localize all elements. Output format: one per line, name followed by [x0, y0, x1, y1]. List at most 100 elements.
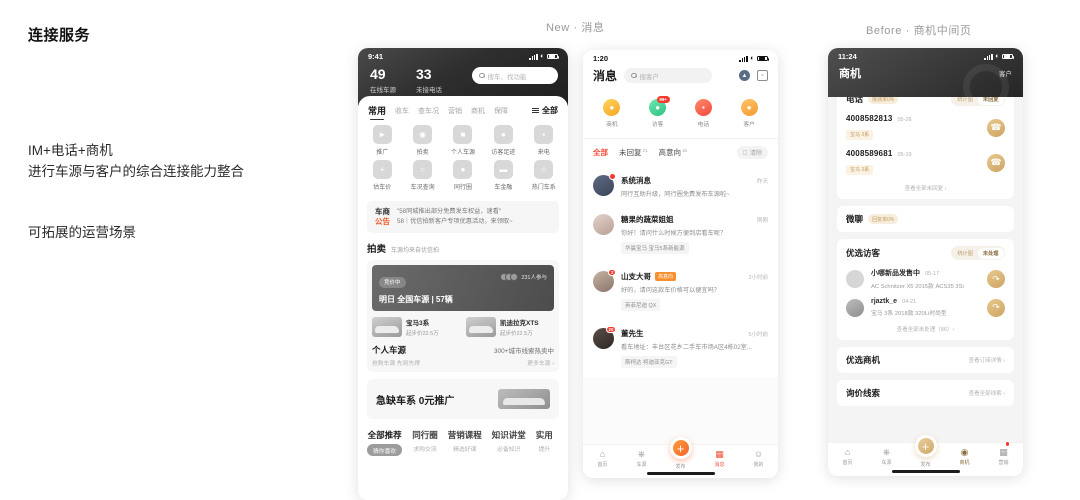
visitor-row[interactable]: 小哪新品发售中 05-17 AC Schnitzer X5 2015款 ACS3… [846, 268, 1005, 290]
content-tab-practical[interactable]: 实用 提升 [536, 429, 553, 453]
tab-publish[interactable]: + 发布 [906, 435, 945, 468]
opportunity-card-header: 优选商机 查看订阅详情 › [846, 354, 1005, 366]
all-clues-link[interactable]: 查看全部线索 › [969, 389, 1005, 397]
scan-icon[interactable]: ▲ [739, 70, 750, 81]
grid-item-tuiguang[interactable]: ► 推广 [362, 125, 402, 156]
shortcut-shangji[interactable]: ● 商机 [589, 99, 635, 128]
view-all-unreplied-link[interactable]: 查看全部未回复 › [846, 184, 1005, 192]
personal-cars-row[interactable]: 个人车源 300+城市线索热卖中 [372, 344, 554, 356]
grid-item-label: 个人车源 [450, 150, 475, 156]
slide-canvas: 连接服务 IM+电话+商机 进行车源与客户的综合连接能力整合 可拓展的运营场景 … [0, 0, 1080, 500]
tab-baozhang[interactable]: 保障 [494, 106, 508, 116]
content-tab-sub: 必备知识 [497, 447, 521, 453]
tab-opportunity[interactable]: ◉ 商机 [945, 442, 1009, 466]
tab-marketing[interactable]: ▦ 营销 [984, 447, 1023, 466]
list-item[interactable]: 20 董先生 5小时前 看车地址：丰台区花乡二手车市场A区4栋02室... 斯柯… [593, 320, 768, 377]
grid-item-laidian[interactable]: ▪ 来电 [524, 125, 564, 156]
more-cars-link[interactable]: 更多车源 › [527, 358, 554, 367]
tab-shangji[interactable]: 商机 [471, 106, 485, 116]
tab-label: 车源 [881, 460, 892, 466]
intent-badge: 高意向 [655, 272, 677, 281]
tab-cars[interactable]: ⎈ 车源 [867, 447, 906, 466]
tab-changyong[interactable]: 常用 [368, 104, 386, 120]
message-header: 系统消息 昨天 [621, 175, 768, 186]
car-icon: ⎈ [637, 449, 646, 459]
content-tab-courses[interactable]: 营销课程 精选好课 [448, 429, 482, 453]
announcement-banner[interactable]: 车商 公告 "58同城推出部分免费发车权益，速看" 58｜优信拍新客户专项优惠活… [367, 201, 559, 233]
call-back-button[interactable]: ☎ [987, 118, 1005, 137]
content-tab-community[interactable]: 同行圈 求购交流 [412, 429, 438, 453]
promo-banner[interactable]: 急缺车系 0元推广 [367, 379, 559, 419]
filter-all[interactable]: 全部 [593, 147, 608, 158]
list-item[interactable]: 系统消息 昨天 同行互助升级，同行圈免费发布车源啦~ [593, 167, 768, 206]
plus-icon[interactable]: + [914, 435, 937, 457]
filter-unreplied[interactable]: 未回复21 [619, 147, 648, 158]
reply-button[interactable]: ↷ [987, 270, 1005, 288]
search-input[interactable]: 搜客户 [624, 68, 713, 83]
reply-button[interactable]: ↷ [987, 298, 1005, 317]
grid-item-label: 访客足迹 [491, 150, 516, 156]
left-text-panel: 连接服务 IM+电话+商机 进行车源与客户的综合连接能力整合 可拓展的运营场景 [28, 24, 338, 240]
segment-chart[interactable]: 统计图 [952, 248, 978, 259]
content-tab-knowledge[interactable]: 知识讲堂 必备知识 [492, 429, 526, 453]
call-row[interactable]: 4008582813 05-26 宝马 3系 ☎ [846, 114, 1005, 141]
tab-cars[interactable]: ⎈ 车源 [622, 449, 661, 468]
auction-header: 拍卖 车源均来自优信拍 [367, 241, 559, 255]
clear-button[interactable]: ◻ 清除 [736, 146, 768, 159]
tab-label: 发布 [920, 462, 931, 468]
call-date: 05-19 [897, 152, 912, 158]
promo-car-image [498, 389, 550, 409]
view-all-unhandled-link[interactable]: 查看全部未处理（86）› [846, 325, 1005, 333]
auction-car[interactable]: 宝马3系 起步价22.5万 [372, 317, 460, 337]
grid-item-chekuang-chaxun[interactable]: ○ 车况查询 [402, 160, 442, 191]
filter-high-intent[interactable]: 高意向16 [659, 147, 688, 158]
tab-home[interactable]: ⌂ 首页 [828, 447, 867, 466]
tab-home[interactable]: ⌂ 首页 [583, 449, 622, 468]
grid-item-geren-cheyuan[interactable]: ■ 个人车源 [443, 125, 483, 156]
message-body: 山支大哥 高意向 2小时前 好的，请问这款车价格可以便宜吗？ 英菲尼迪 QX [621, 271, 768, 312]
stat-value: 49 [370, 66, 386, 82]
content-tab-recommend[interactable]: 全部推荐 猜你喜欢 [367, 429, 403, 456]
list-item[interactable]: 糖果的蔬菜姐姐 刚刚 你好！请问什么时候方便到店看车呢？ 华晨宝马 宝马5系新能… [593, 206, 768, 263]
tab-messages[interactable]: ▦ 消息 [700, 449, 739, 468]
list-item[interactable]: 2 山支大哥 高意向 2小时前 好的，请问这款车价格可以便宜吗？ 英菲尼迪 QX [593, 263, 768, 320]
chart-icon[interactable]: ▫ [757, 70, 768, 81]
message-list: 系统消息 昨天 同行互助升级，同行圈免费发布车源啦~ 糖果的蔬菜姐姐 刚刚 你好… [583, 165, 778, 377]
caption-new: New · 消息 [546, 22, 605, 34]
shortcut-dianhua[interactable]: ▪ 电话 [681, 99, 727, 128]
message-sender: 糖果的蔬菜姐姐 [621, 215, 674, 224]
tab-profile[interactable]: ☺ 我的 [739, 449, 778, 468]
auction-car[interactable]: 凯迪拉克XTS 起步价22.5万 [466, 317, 554, 337]
tab-chachekuang[interactable]: 查车况 [418, 106, 439, 116]
participant-avatars [500, 273, 519, 281]
tab-shouche[interactable]: 收车 [395, 106, 409, 116]
subscription-link[interactable]: 查看订阅详情 › [969, 356, 1005, 364]
visitor-row[interactable]: rjaztk_e 04-21 宝马 3系 2018款 320Li时尚型 ↷ [846, 298, 1005, 317]
shortcut-kehu[interactable]: ● 客户 [726, 99, 772, 128]
call-car-tag: 宝马 3系 [846, 129, 874, 140]
phone-mockup-messages: 1:20 ◐ 消息 搜客户 ▲ ▫ ● 商机 99+ ● 访客 ▪ 电话 ● 客… [583, 50, 778, 478]
segment-unhandled[interactable]: 未处理 [977, 247, 1004, 259]
status-icons: ◐ [739, 55, 769, 62]
message-icon: ▦ [715, 449, 724, 459]
grid-item-tonghangquan[interactable]: ● 同行圈 [443, 160, 483, 191]
grid-item-fangke-zuji[interactable]: ● 访客足迹 [483, 125, 523, 156]
all-categories-button[interactable]: 全部 [532, 105, 558, 116]
shortcut-fangke[interactable]: 99+ ● 访客 [635, 96, 681, 128]
tab-yingxiao[interactable]: 营销 [448, 106, 462, 116]
content-tab-title: 全部推荐 [367, 430, 402, 440]
search-input[interactable]: 搜车、找功能 [472, 67, 558, 84]
grid-item-remen-chexi[interactable]: ☆ 热门车系 [524, 160, 564, 191]
visitor-card-header: 优选访客 统计图 未处理 [846, 246, 1005, 260]
grid-item-gu-chejia[interactable]: + 估车价 [362, 160, 402, 191]
call-back-button[interactable]: ☎ [987, 153, 1005, 172]
message-header: 山支大哥 高意向 2小时前 [621, 271, 768, 282]
status-time: 11:24 [838, 52, 857, 61]
tab-publish[interactable]: + 发布 [661, 437, 700, 470]
grid-item-paimai[interactable]: ◉ 拍卖 [402, 125, 442, 156]
plus-icon[interactable]: + [669, 437, 692, 459]
grid-item-che-jinrong[interactable]: ▬ 车金融 [483, 160, 523, 191]
visitor-name: rjaztk_e [871, 298, 898, 305]
auction-card[interactable]: 竞价中 231人参与 明日 全国车源 | 57辆 宝马3系 起步价22.5万 凯… [367, 260, 559, 372]
call-row[interactable]: 4008589681 05-19 宝马 3系 ☎ [846, 149, 1005, 176]
